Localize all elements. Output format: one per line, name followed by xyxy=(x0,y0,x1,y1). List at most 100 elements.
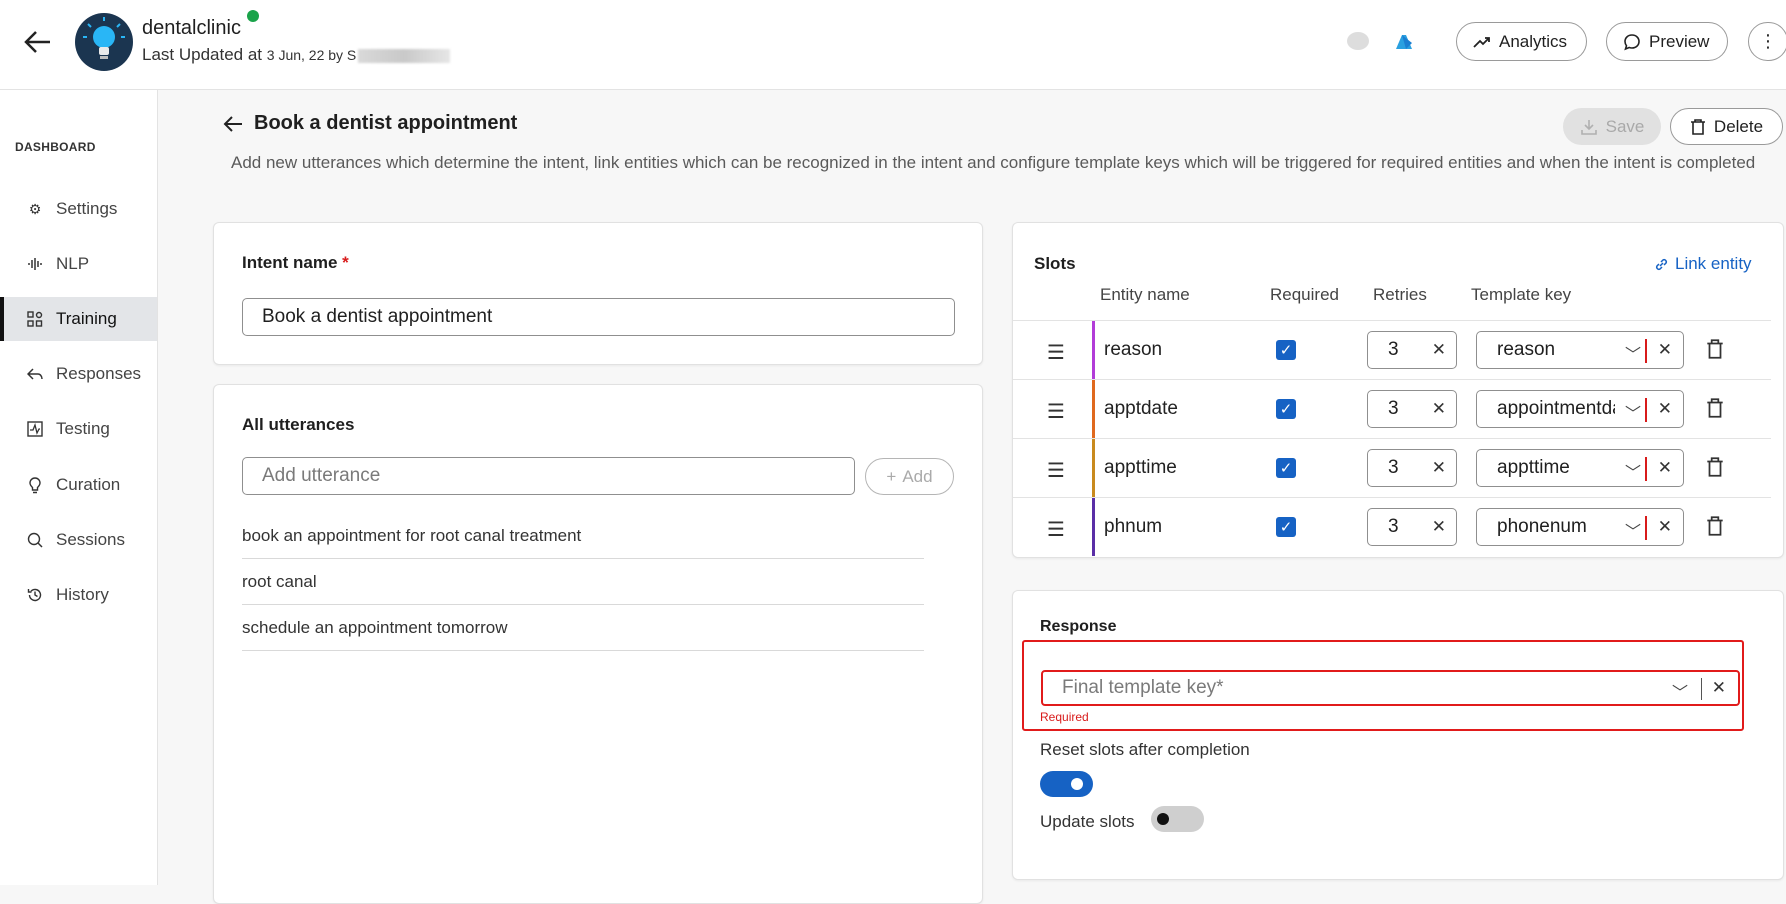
clear-icon[interactable]: ✕ xyxy=(1432,458,1446,478)
reset-slots-toggle[interactable] xyxy=(1040,771,1093,797)
preview-label: Preview xyxy=(1649,31,1710,51)
slot-color-bar xyxy=(1092,380,1095,438)
utterance-item[interactable]: schedule an appointment tomorrow xyxy=(242,605,924,651)
required-checkbox[interactable]: ✓ xyxy=(1276,517,1296,537)
utterance-item[interactable]: root canal xyxy=(242,559,924,605)
sidebar-item-curation[interactable]: Curation xyxy=(0,463,157,507)
retries-input[interactable]: 3 ✕ xyxy=(1367,508,1457,546)
trash-icon[interactable] xyxy=(1706,338,1724,360)
slot-color-bar xyxy=(1092,439,1095,497)
column-header-template-key: Template key xyxy=(1471,285,1572,304)
utterance-item[interactable]: book an appointment for root canal treat… xyxy=(242,513,924,559)
add-utterance-button[interactable]: + Add xyxy=(865,458,954,495)
more-options-button[interactable]: ⋮ xyxy=(1748,22,1786,61)
page-description: Add new utterances which determine the i… xyxy=(231,153,1756,172)
gear-icon: ⚙ xyxy=(28,200,42,217)
template-key-select[interactable]: phonenum ﹀ ✕ xyxy=(1476,508,1684,546)
sidebar-item-label: Curation xyxy=(56,475,121,494)
trash-icon[interactable] xyxy=(1706,515,1724,537)
retries-value: 3 xyxy=(1388,457,1399,478)
required-checkbox[interactable]: ✓ xyxy=(1276,458,1296,478)
drag-handle-icon[interactable]: ☰ xyxy=(1047,340,1065,365)
analytics-button[interactable]: Analytics xyxy=(1456,22,1587,61)
channel-icon[interactable] xyxy=(1347,32,1369,50)
last-updated-prefix: Last Updated at xyxy=(142,45,267,64)
column-header-required: Required xyxy=(1270,285,1339,304)
preview-button[interactable]: Preview xyxy=(1606,22,1728,61)
trash-icon[interactable] xyxy=(1706,397,1724,419)
template-key-select[interactable]: reason ﹀ ✕ xyxy=(1476,331,1684,369)
divider xyxy=(1645,398,1647,422)
sidebar-item-nlp[interactable]: NLP xyxy=(0,242,157,286)
clear-icon[interactable]: ✕ xyxy=(1432,517,1446,537)
sidebar-item-testing[interactable]: Testing xyxy=(0,407,157,451)
sidebar-item-label: Responses xyxy=(56,364,142,383)
waveform-icon xyxy=(26,255,44,273)
update-slots-label: Update slots xyxy=(1040,812,1135,831)
sidebar-item-sessions[interactable]: Sessions xyxy=(0,518,157,562)
chevron-down-icon[interactable]: ﹀ xyxy=(1672,679,1688,703)
bot-avatar xyxy=(75,13,133,71)
redacted-user xyxy=(358,48,451,63)
add-label: Add xyxy=(902,466,933,486)
template-key-select[interactable]: appttime ﹀ ✕ xyxy=(1476,449,1684,487)
divider xyxy=(1645,339,1647,363)
intent-name-label: Intent name * xyxy=(242,253,349,273)
last-updated-date: 3 Jun, 22 by S xyxy=(266,47,357,63)
response-card xyxy=(1012,590,1784,880)
clear-icon[interactable]: ✕ xyxy=(1712,678,1726,698)
chevron-down-icon[interactable]: ﹀ xyxy=(1625,459,1641,483)
azure-icon[interactable] xyxy=(1392,29,1416,53)
retries-input[interactable]: 3 ✕ xyxy=(1367,390,1457,428)
add-utterance-input[interactable]: Add utterance xyxy=(242,457,855,495)
top-bar: dentalclinic Last Updated at 3 Jun, 22 b… xyxy=(0,0,1786,90)
retries-input[interactable]: 3 ✕ xyxy=(1367,449,1457,487)
pulse-icon xyxy=(26,420,44,438)
save-button[interactable]: Save xyxy=(1563,108,1661,145)
clear-icon[interactable]: ✕ xyxy=(1658,399,1672,419)
lightbulb-icon xyxy=(83,17,125,59)
intent-name-input[interactable]: Book a dentist appointment xyxy=(242,298,955,336)
back-arrow-icon[interactable] xyxy=(222,114,244,134)
drag-handle-icon[interactable]: ☰ xyxy=(1047,399,1065,424)
chevron-down-icon[interactable]: ﹀ xyxy=(1625,341,1641,365)
clear-icon[interactable]: ✕ xyxy=(1658,517,1672,537)
toggle-knob xyxy=(1071,778,1083,790)
utterances-title: All utterances xyxy=(242,415,355,434)
back-arrow-icon[interactable] xyxy=(20,24,56,60)
sidebar-item-label: Settings xyxy=(56,199,118,218)
update-slots-toggle[interactable] xyxy=(1151,806,1204,832)
slot-entity-name: reason xyxy=(1104,339,1163,360)
required-checkbox[interactable]: ✓ xyxy=(1276,399,1296,419)
clear-icon[interactable]: ✕ xyxy=(1432,399,1446,419)
chevron-down-icon[interactable]: ﹀ xyxy=(1625,518,1641,542)
plus-icon: + xyxy=(886,466,897,486)
slot-row: ☰ apptdate ✓ 3 ✕ appointmentdate ﹀ ✕ xyxy=(1013,379,1771,438)
toggle-knob xyxy=(1157,813,1169,825)
slots-title: Slots xyxy=(1034,254,1076,273)
chevron-down-icon[interactable]: ﹀ xyxy=(1625,400,1641,424)
clear-icon[interactable]: ✕ xyxy=(1658,340,1672,360)
trash-icon xyxy=(1690,118,1705,135)
drag-handle-icon[interactable]: ☰ xyxy=(1047,458,1065,483)
bulb-icon xyxy=(26,476,44,494)
link-icon xyxy=(1655,258,1668,270)
retries-input[interactable]: 3 ✕ xyxy=(1367,331,1457,369)
online-status-dot xyxy=(247,10,259,22)
final-template-key-select[interactable]: Final template key* ﹀ ✕ xyxy=(1041,670,1740,706)
required-checkbox[interactable]: ✓ xyxy=(1276,340,1296,360)
sidebar-item-training[interactable]: Training xyxy=(0,297,157,341)
sidebar-item-history[interactable]: History xyxy=(0,573,157,617)
drag-handle-icon[interactable]: ☰ xyxy=(1047,517,1065,542)
trash-icon[interactable] xyxy=(1706,456,1724,478)
link-entity-button[interactable]: Link entity xyxy=(1654,254,1752,274)
template-key-value: reason xyxy=(1497,339,1556,360)
delete-button[interactable]: Delete xyxy=(1670,108,1783,145)
intent-name-label-text: Intent name xyxy=(242,253,338,272)
slot-row: ☰ reason ✓ 3 ✕ reason ﹀ ✕ xyxy=(1013,320,1771,379)
clear-icon[interactable]: ✕ xyxy=(1432,340,1446,360)
clear-icon[interactable]: ✕ xyxy=(1658,458,1672,478)
sidebar-item-settings[interactable]: ⚙ Settings xyxy=(0,187,157,231)
sidebar-item-responses[interactable]: Responses xyxy=(0,352,157,396)
template-key-select[interactable]: appointmentdate ﹀ ✕ xyxy=(1476,390,1684,428)
